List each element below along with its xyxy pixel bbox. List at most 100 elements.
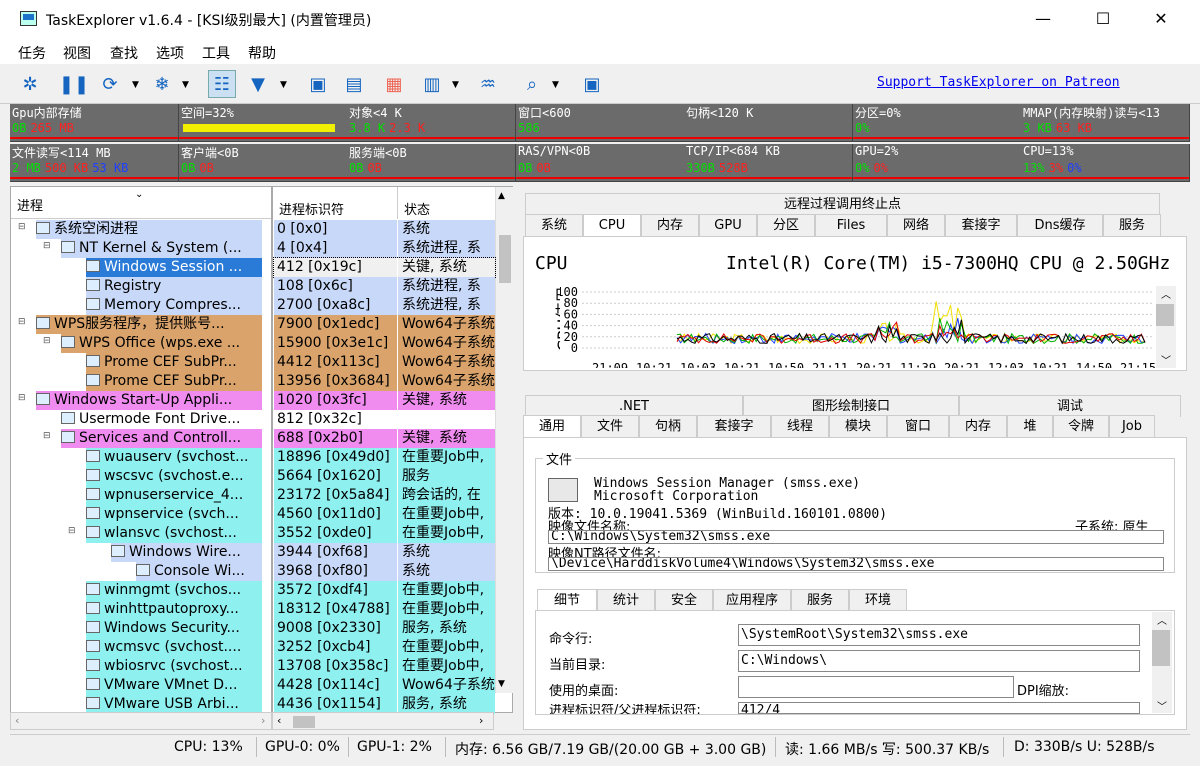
tab-0[interactable]: 系统 bbox=[525, 214, 583, 236]
pid-row[interactable]: 108 [0x6c] 系统进程, 系 bbox=[274, 277, 495, 296]
snowflake-icon[interactable]: ❄ bbox=[148, 70, 176, 98]
columns-hscrollbar[interactable]: ‹ › bbox=[272, 712, 494, 730]
tree-row[interactable]: winmgmt (svchos... bbox=[86, 581, 262, 600]
cpu-vscrollbar[interactable]: ︿ ﹀ bbox=[1156, 286, 1176, 368]
vertical-scrollbar[interactable]: ▲ ▼ bbox=[495, 187, 513, 693]
bottom-tab-4[interactable]: 线程 bbox=[771, 415, 829, 437]
chevron-up-icon[interactable]: ▲ bbox=[498, 191, 505, 201]
pid-row[interactable]: 3552 [0xde0] 在重要Job中, bbox=[274, 524, 495, 543]
chevron-down-icon[interactable]: ▼ bbox=[280, 80, 287, 90]
image-path-field[interactable]: C:\Windows\System32\smss.exe bbox=[548, 530, 1164, 544]
pid-row[interactable]: 15900 [0x3e1c] Wow64子系统 bbox=[274, 334, 495, 353]
nt-path-field[interactable]: \Device\HarddiskVolume4\Windows\System32… bbox=[548, 557, 1164, 571]
scrollbar-thumb[interactable] bbox=[1152, 630, 1170, 666]
expand-toggle[interactable]: ⊟ bbox=[43, 241, 51, 251]
pid-row[interactable]: 18312 [0x4788] 在重要Job中, bbox=[274, 600, 495, 619]
chevron-down-icon[interactable]: ▼ bbox=[132, 80, 139, 90]
tree-row[interactable]: wpnuserservice_4... bbox=[86, 486, 262, 505]
pid-row[interactable]: 5664 [0x1620] 服务 bbox=[274, 467, 495, 486]
pid-row[interactable]: 9008 [0x2330] 服务, 系统 bbox=[274, 619, 495, 638]
filter-icon[interactable]: ▼ bbox=[244, 70, 272, 98]
detail-tab-1[interactable]: 统计 bbox=[597, 589, 655, 611]
graph-cell[interactable]: 对象<4 K 3.8 K 2.3 K bbox=[347, 104, 516, 142]
tree-row[interactable]: Console Wi... bbox=[136, 562, 262, 581]
graph-cell[interactable]: CPU=13% 13% 3% 0% bbox=[1021, 144, 1190, 182]
pid-row[interactable]: 3252 [0xcb4] 在重要Job中, bbox=[274, 638, 495, 657]
tab-6[interactable]: 网络 bbox=[887, 214, 945, 236]
tree-row[interactable]: wscsvc (svchost.e... bbox=[86, 467, 262, 486]
chevron-down-icon[interactable]: ▼ bbox=[452, 80, 459, 90]
pid-row[interactable]: 688 [0x2b0] 关键, 系统 bbox=[274, 429, 495, 448]
detail-tab-5[interactable]: 环境 bbox=[849, 589, 907, 611]
graph-cell[interactable]: Gpu内部存储 0B 265 MB bbox=[10, 104, 179, 142]
search-icon[interactable]: ⌕ bbox=[518, 70, 546, 98]
system-icon[interactable]: ✲ bbox=[16, 70, 44, 98]
pid-row[interactable]: 23172 [0x5a84] 跨会话的, 在 bbox=[274, 486, 495, 505]
tree-view-icon[interactable]: ☷ bbox=[208, 70, 236, 98]
chevron-left-icon[interactable]: ‹ bbox=[15, 714, 19, 727]
pid-row[interactable]: 4428 [0x114c] Wow64子系统 bbox=[274, 676, 495, 695]
pid-row[interactable]: 3968 [0xf80] 系统 bbox=[274, 562, 495, 581]
cmdline-field[interactable]: \SystemRoot\System32\smss.exe bbox=[738, 624, 1140, 646]
details-vscrollbar[interactable]: ︿ ﹀ bbox=[1152, 612, 1172, 713]
tree-row[interactable]: winhttpautoproxy... bbox=[86, 600, 262, 619]
group-tab-0[interactable]: .NET bbox=[525, 395, 743, 417]
chevron-right-icon[interactable]: › bbox=[479, 714, 483, 727]
pid-header[interactable]: 进程标识符 bbox=[279, 199, 344, 218]
tree-row[interactable]: 系统空闲进程 bbox=[36, 220, 262, 239]
tree-row[interactable]: Usermode Font Drive... bbox=[61, 410, 262, 429]
pid-row[interactable]: 13708 [0x358c] 在重要Job中, bbox=[274, 657, 495, 676]
pid-row[interactable]: 7900 [0x1edc] Wow64子系统 bbox=[274, 315, 495, 334]
pid-row[interactable]: 2700 [0xa8c] 系统进程, 系 bbox=[274, 296, 495, 315]
expand-toggle[interactable]: ⊟ bbox=[43, 431, 51, 441]
graph-cell[interactable]: TCP/IP<684 KB 330B 528B bbox=[684, 144, 853, 182]
tab-1[interactable]: CPU bbox=[583, 214, 641, 236]
graph-cell[interactable]: 文件读写<114 MB 2 MB 500 KB 53 KB bbox=[10, 144, 179, 182]
pid-row[interactable]: 1020 [0x3fc] 关键, 系统 bbox=[274, 391, 495, 410]
graph-cell[interactable]: 服务端<0B 0B 0B bbox=[347, 144, 516, 182]
tab-rpc-endpoints[interactable]: 远程过程调用终止点 bbox=[525, 193, 1160, 215]
scrollbar-thumb[interactable] bbox=[293, 716, 315, 728]
bottom-tab-9[interactable]: 令牌 bbox=[1053, 415, 1109, 437]
menu-help[interactable]: 帮助 bbox=[248, 43, 276, 63]
monitor-icon[interactable]: ♒ bbox=[474, 70, 502, 98]
scrollbar-thumb[interactable] bbox=[499, 235, 511, 283]
pid-row[interactable]: 4560 [0x11d0] 在重要Job中, bbox=[274, 505, 495, 524]
pid-row[interactable]: 3944 [0xf68] 系统 bbox=[274, 543, 495, 562]
chevron-right-icon[interactable]: › bbox=[261, 714, 265, 727]
pid-row[interactable]: 412 [0x19c] 关键, 系统 bbox=[273, 257, 496, 278]
menu-tools[interactable]: 工具 bbox=[202, 43, 230, 63]
tree-row[interactable]: WPS Office (wps.exe ... bbox=[61, 334, 262, 353]
pause-icon[interactable]: ❚❚ bbox=[59, 70, 89, 98]
scrollbar-thumb[interactable] bbox=[1156, 304, 1174, 326]
detail-tab-2[interactable]: 安全 bbox=[655, 589, 713, 611]
tree-row[interactable]: Memory Compres... bbox=[86, 296, 262, 315]
tab-9[interactable]: 服务 bbox=[1103, 214, 1161, 236]
firewall-icon[interactable]: ▦ bbox=[380, 70, 408, 98]
tab-4[interactable]: 分区 bbox=[757, 214, 815, 236]
parent-field[interactable]: 412/4 bbox=[738, 702, 1140, 714]
chevron-left-icon[interactable]: ‹ bbox=[277, 714, 281, 727]
detail-tab-4[interactable]: 服务 bbox=[791, 589, 849, 611]
graph-cell[interactable]: 句柄<120 K bbox=[684, 104, 853, 142]
tree-row[interactable]: Windows Security... bbox=[86, 619, 262, 638]
graph-cell[interactable]: GPU=2% 0% 0% bbox=[853, 144, 1022, 182]
graph-cell[interactable]: 客户端<0B 0B 0B bbox=[179, 144, 348, 182]
chevron-down-icon[interactable]: ﹀ bbox=[1157, 698, 1167, 713]
expand-toggle[interactable]: ⊟ bbox=[18, 317, 26, 327]
bottom-tab-8[interactable]: 堆 bbox=[1007, 415, 1053, 437]
pid-row[interactable]: 4412 [0x113c] Wow64子系统 bbox=[274, 353, 495, 372]
pid-row[interactable]: 18896 [0x49d0] 在重要Job中, bbox=[274, 448, 495, 467]
bottom-tab-6[interactable]: 窗口 bbox=[887, 415, 949, 437]
menu-view[interactable]: 视图 bbox=[63, 43, 91, 63]
expand-toggle[interactable]: ⊟ bbox=[68, 526, 76, 536]
window-icon[interactable]: ▣ bbox=[304, 70, 332, 98]
tree-row[interactable]: wpnservice (svch... bbox=[86, 505, 262, 524]
tab-8[interactable]: Dns缓存 bbox=[1017, 214, 1103, 236]
chevron-up-icon[interactable]: ︿ bbox=[1161, 286, 1171, 301]
tree-row[interactable]: Registry bbox=[86, 277, 262, 296]
menu-options[interactable]: 选项 bbox=[156, 43, 184, 63]
curdir-field[interactable]: C:\Windows\ bbox=[738, 650, 1140, 672]
menu-task[interactable]: 任务 bbox=[18, 43, 46, 63]
tree-hscrollbar[interactable]: ‹ › bbox=[10, 712, 272, 730]
